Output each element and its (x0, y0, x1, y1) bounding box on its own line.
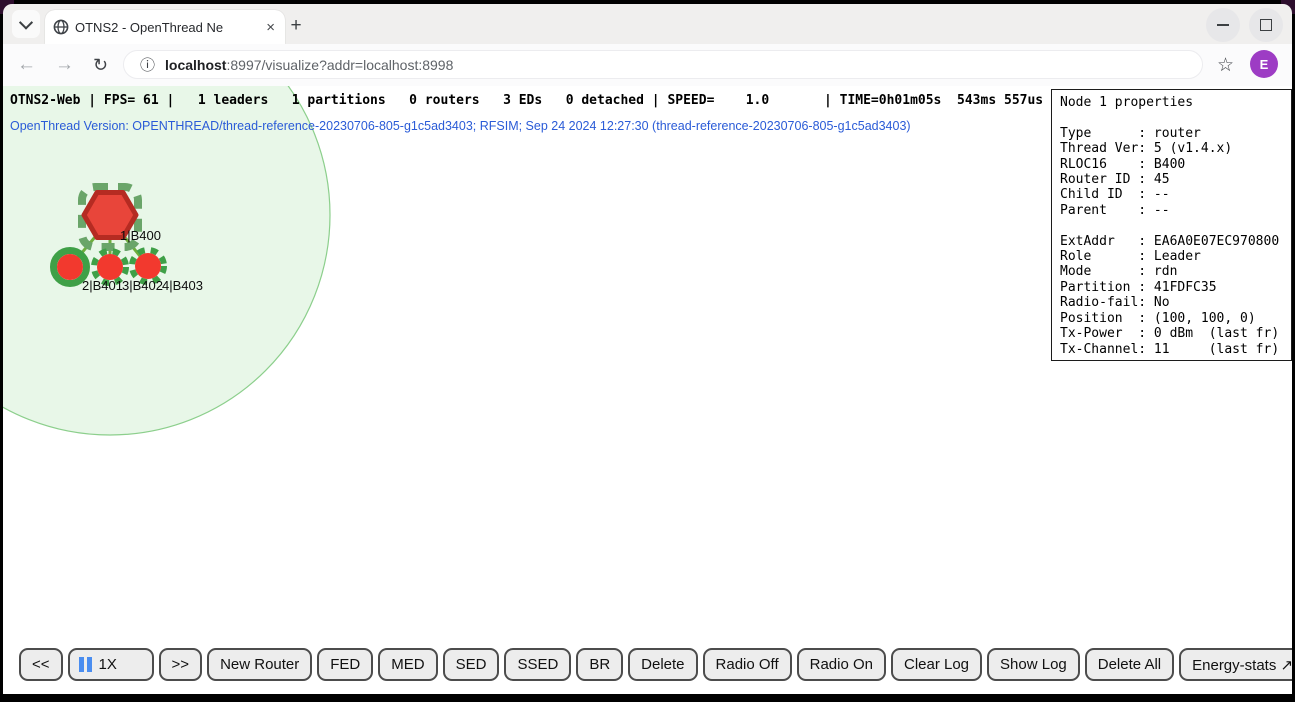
clear-log-button[interactable]: Clear Log (891, 648, 982, 681)
delete-all-button[interactable]: Delete All (1085, 648, 1174, 681)
maximize-icon (1260, 19, 1272, 31)
tab-search-button[interactable] (12, 10, 40, 38)
step-back-button[interactable]: << (19, 648, 63, 681)
browser-tab[interactable]: OTNS2 - OpenThread Ne × (45, 10, 285, 44)
otns-canvas: OTNS2-Web | FPS= 61 | 1 leaders 1 partit… (3, 86, 1292, 694)
node-2-label: 2|B401 (82, 278, 123, 293)
speed-label: 1X (99, 656, 117, 673)
node-properties-text: Node 1 properties Type : router Thread V… (1060, 95, 1283, 357)
openthread-version-link[interactable]: OpenThread Version: OPENTHREAD/thread-re… (10, 119, 911, 133)
url-host: localhost (165, 57, 226, 73)
delete-button[interactable]: Delete (628, 648, 697, 681)
br-button[interactable]: BR (576, 648, 623, 681)
med-button[interactable]: MED (378, 648, 437, 681)
radio-off-button[interactable]: Radio Off (703, 648, 792, 681)
new-router-button[interactable]: New Router (207, 648, 312, 681)
site-info-icon[interactable]: ⓘ (140, 54, 155, 75)
window-maximize-button[interactable] (1249, 8, 1283, 42)
url-bar[interactable]: ⓘ localhost:8997/visualize?addr=localhos… (123, 50, 1203, 79)
tab-close-icon[interactable]: × (264, 18, 277, 37)
node-properties-panel: Node 1 properties Type : router Thread V… (1051, 89, 1292, 361)
sed-button[interactable]: SED (443, 648, 500, 681)
url-path: :8997/visualize?addr=localhost:8998 (226, 57, 453, 73)
node-3-label: 3|B402 (122, 278, 163, 293)
bookmark-star-icon[interactable]: ☆ (1217, 54, 1234, 77)
forward-button[interactable]: → (55, 52, 74, 78)
tab-title: OTNS2 - OpenThread Ne (75, 20, 258, 35)
action-toolbar: << 1X >> New Router FED MED SED SSED BR … (19, 648, 1292, 681)
ssed-button[interactable]: SSED (504, 648, 571, 681)
window-minimize-button[interactable] (1206, 8, 1240, 42)
browser-navbar: ← → ↻ ⓘ localhost:8997/visualize?addr=lo… (3, 44, 1292, 87)
pause-icon (79, 657, 92, 672)
profile-avatar[interactable]: E (1250, 50, 1278, 78)
step-forward-button[interactable]: >> (159, 648, 203, 681)
globe-favicon-icon (53, 19, 69, 35)
node-1-label: 1|B400 (120, 228, 161, 243)
chevron-down-icon (19, 16, 33, 30)
reload-button[interactable]: ↻ (93, 52, 108, 78)
speed-pause-button[interactable]: 1X (68, 648, 154, 681)
back-button[interactable]: ← (17, 52, 36, 78)
url-text: localhost:8997/visualize?addr=localhost:… (165, 57, 453, 73)
browser-tab-strip: OTNS2 - OpenThread Ne × + (3, 4, 1292, 44)
energy-stats-button[interactable]: Energy-stats ↗ (1179, 648, 1292, 681)
radio-on-button[interactable]: Radio On (797, 648, 886, 681)
fed-button[interactable]: FED (317, 648, 373, 681)
node-4-label: 4|B403 (162, 278, 203, 293)
new-tab-button[interactable]: + (283, 13, 309, 39)
show-log-button[interactable]: Show Log (987, 648, 1080, 681)
simulation-status-bar: OTNS2-Web | FPS= 61 | 1 leaders 1 partit… (10, 93, 1043, 108)
minimize-icon (1217, 24, 1229, 26)
